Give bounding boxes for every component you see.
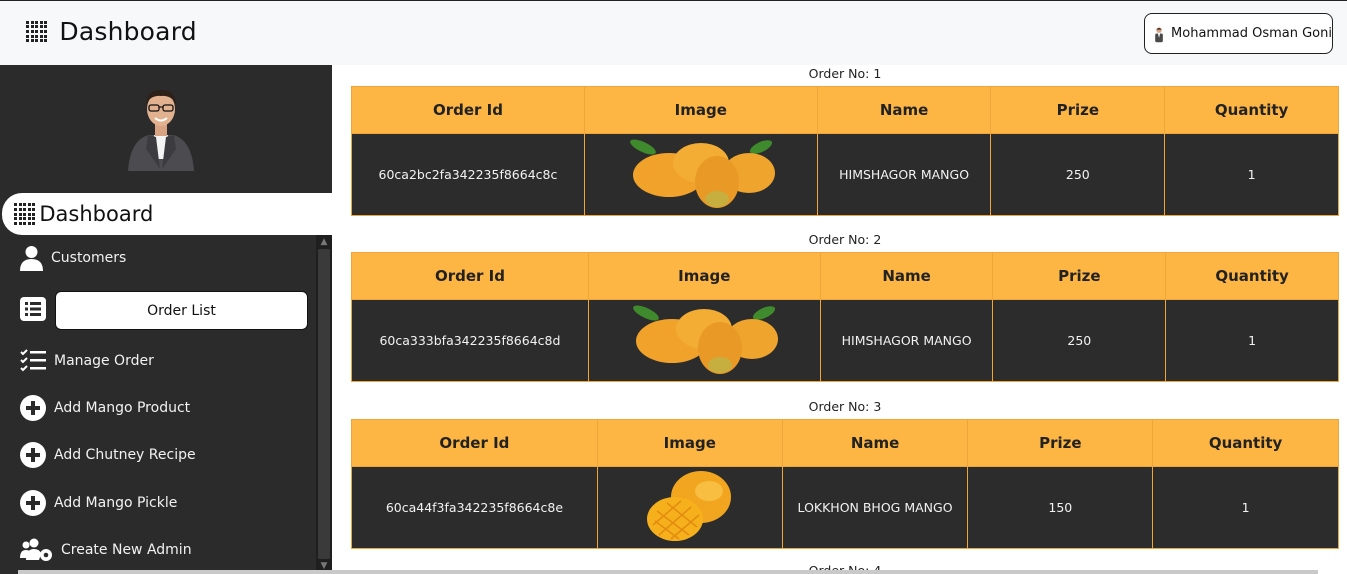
order-table: Order Id Image Name Prize Quantity 60ca3… xyxy=(351,252,1339,382)
sidebar-item-order-list[interactable]: Order List xyxy=(55,291,308,330)
avatar xyxy=(1155,26,1163,42)
table-row: 60ca2bc2fa342235f8664c8c HIMSHAGOR MANGO… xyxy=(351,133,1339,216)
sidebar-item-label: Create New Admin xyxy=(61,542,192,558)
product-quantity: 1 xyxy=(1152,466,1339,549)
order-number: Order No: 1 xyxy=(808,66,882,81)
order-block: Order No: 1 Order Id Image Name Prize Qu… xyxy=(351,66,1339,216)
profile-avatar xyxy=(128,89,194,171)
scrollbar-thumb[interactable] xyxy=(318,249,330,559)
column-header: Image xyxy=(587,252,821,300)
dashboard-grid-icon xyxy=(26,20,48,43)
sidebar-item-label: Customers xyxy=(51,250,127,266)
column-header: Order Id xyxy=(351,252,589,300)
scroll-up-icon[interactable]: ▲ xyxy=(319,237,329,247)
sidebar-item-label: Add Mango Pickle xyxy=(54,495,178,511)
product-image xyxy=(587,299,821,382)
product-name: LOKKHON BHOG MANGO xyxy=(781,466,969,549)
order-number: Order No: 2 xyxy=(808,232,882,247)
plus-circle-icon xyxy=(20,395,46,421)
column-header: Image xyxy=(583,86,818,134)
top-bar: Dashboard Mohammad Osman Goni xyxy=(0,0,1347,65)
order-id: 60ca333bfa342235f8664c8d xyxy=(351,299,589,382)
table-row: 60ca333bfa342235f8664c8d HIMSHAGOR MANGO… xyxy=(351,299,1339,382)
column-header: Order Id xyxy=(351,86,585,134)
order-table: Order Id Image Name Prize Quantity 60ca2… xyxy=(351,86,1339,216)
order-list-panel: Order No: 1 Order Id Image Name Prize Qu… xyxy=(332,65,1347,574)
horizontal-scrollbar[interactable] xyxy=(18,570,1318,574)
sidebar-scrollbar[interactable]: ▲ ▼ xyxy=(316,235,332,574)
column-header: Quantity xyxy=(1164,86,1339,134)
sidebar-item-label: Manage Order xyxy=(54,353,154,369)
column-header: Quantity xyxy=(1165,252,1339,300)
column-header: Name xyxy=(816,86,992,134)
product-image xyxy=(596,466,783,549)
brand[interactable]: Dashboard xyxy=(26,17,197,46)
users-gear-icon xyxy=(20,538,52,561)
user-icon xyxy=(20,246,43,271)
mango-group-image xyxy=(629,139,775,208)
order-number: Order No: 3 xyxy=(808,399,882,414)
cut-mango-image xyxy=(646,471,731,541)
sidebar-item-create-new-admin[interactable]: Create New Admin xyxy=(20,538,192,562)
list-icon xyxy=(20,297,46,321)
sidebar-item-add-chutney-recipe[interactable]: Add Chutney Recipe xyxy=(20,442,196,468)
sidebar-item-label: Order List xyxy=(147,302,216,319)
sidebar-item-add-mango-product[interactable]: Add Mango Product xyxy=(20,395,190,421)
user-profile-button[interactable]: Mohammad Osman Goni xyxy=(1144,13,1333,54)
order-block: Order No: 3 Order Id Image Name Prize Qu… xyxy=(351,399,1339,549)
dashboard-grid-icon xyxy=(14,203,36,225)
column-header: Name xyxy=(819,252,994,300)
product-image xyxy=(583,133,818,216)
user-name: Mohammad Osman Goni xyxy=(1171,26,1332,41)
sidebar-item-label: Add Mango Product xyxy=(54,400,191,416)
sidebar-item-label: Add Chutney Recipe xyxy=(54,447,196,463)
column-header: Name xyxy=(781,419,969,467)
sidebar-item-manage-order[interactable]: Manage Order xyxy=(20,349,154,373)
column-header: Image xyxy=(596,419,783,467)
product-prize: 250 xyxy=(990,133,1166,216)
order-block: Order No: 2 Order Id Image Name Prize Qu… xyxy=(351,232,1339,382)
product-quantity: 1 xyxy=(1164,133,1339,216)
column-header: Prize xyxy=(967,419,1154,467)
column-header: Quantity xyxy=(1152,419,1339,467)
column-header: Order Id xyxy=(351,419,598,467)
plus-circle-icon xyxy=(20,442,46,468)
product-name: HIMSHAGOR MANGO xyxy=(816,133,992,216)
order-id: 60ca44f3fa342235f8664c8e xyxy=(351,466,598,549)
order-table: Order Id Image Name Prize Quantity 60ca4… xyxy=(351,419,1339,549)
list-icon-wrap[interactable] xyxy=(20,297,54,321)
column-header: Prize xyxy=(992,252,1167,300)
sidebar-item-add-mango-pickle[interactable]: Add Mango Pickle xyxy=(20,490,177,516)
page-title: Dashboard xyxy=(59,17,197,46)
product-name: HIMSHAGOR MANGO xyxy=(819,299,994,382)
sidebar-item-dashboard[interactable]: Dashboard xyxy=(2,193,332,235)
product-prize: 250 xyxy=(992,299,1167,382)
order-id: 60ca2bc2fa342235f8664c8c xyxy=(351,133,585,216)
mango-group-image xyxy=(633,305,779,374)
sidebar-item-label: Dashboard xyxy=(39,202,154,226)
product-quantity: 1 xyxy=(1165,299,1339,382)
product-prize: 150 xyxy=(967,466,1154,549)
table-row: 60ca44f3fa342235f8664c8e LOKKHON BHOG MA… xyxy=(351,466,1339,549)
sidebar-item-customers[interactable]: Customers xyxy=(20,245,126,271)
plus-circle-icon xyxy=(20,490,46,516)
column-header: Prize xyxy=(990,86,1166,134)
sidebar: Dashboard Customers Order List Manage Or… xyxy=(0,65,332,574)
checklist-icon xyxy=(20,349,46,372)
